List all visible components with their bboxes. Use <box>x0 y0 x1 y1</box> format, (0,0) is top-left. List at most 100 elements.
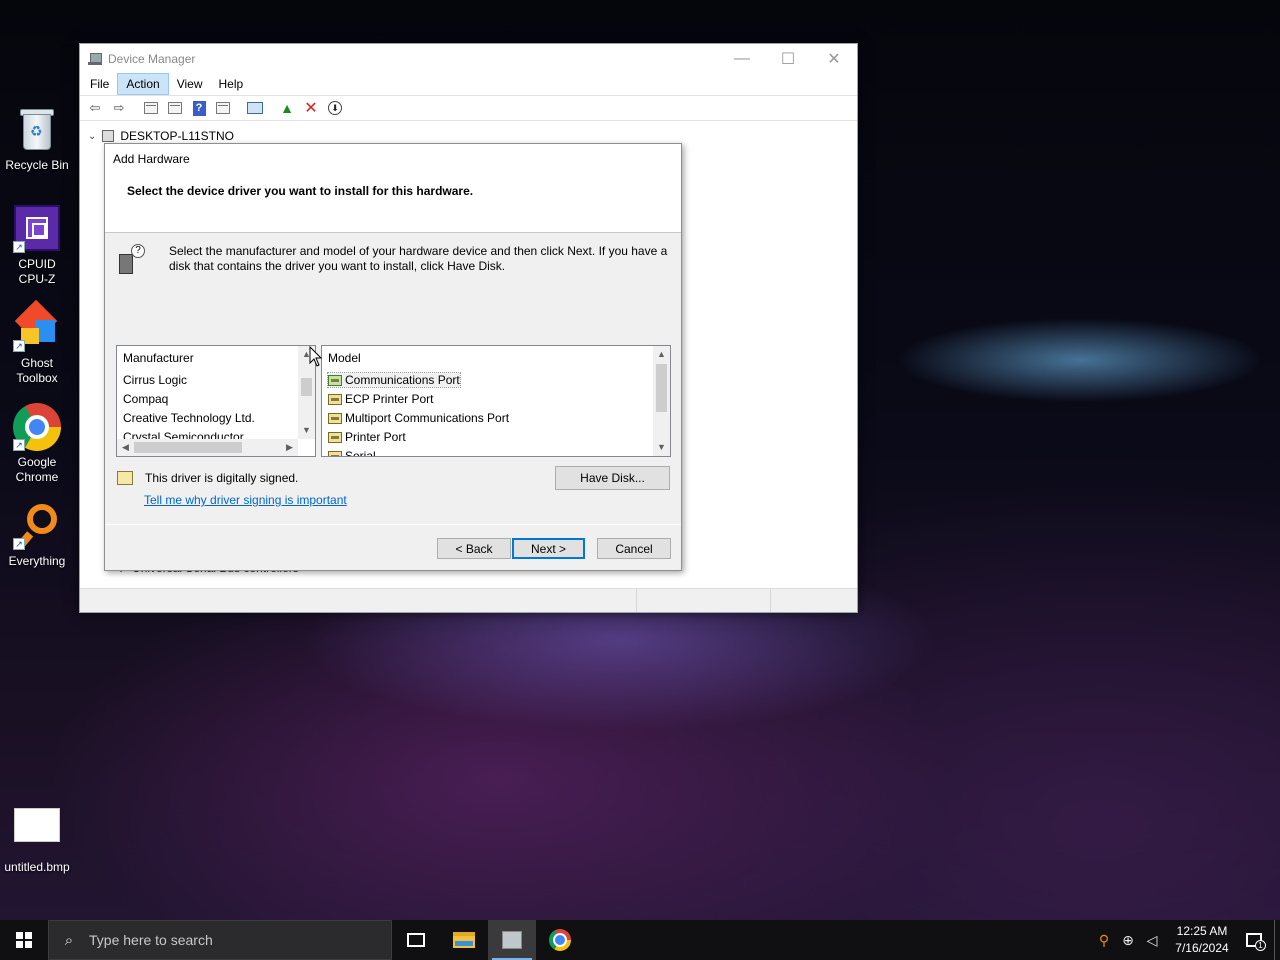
list-item[interactable]: Printer Port <box>328 430 406 444</box>
search-icon: ⌕ <box>64 931 74 949</box>
notification-count: 1 <box>1255 940 1266 951</box>
maximize-button[interactable]: ☐ <box>765 44 811 73</box>
network-icon[interactable]: ⊕ <box>1116 932 1140 949</box>
desktop-icon-ghost-toolbox[interactable]: ↗ Ghost Toolbox <box>1 299 73 386</box>
model-header: Model <box>328 351 361 365</box>
instructions: ? Select the manufacturer and model of y… <box>115 244 671 278</box>
scan-hardware-changes-icon[interactable] <box>244 98 266 118</box>
tree-root-label: DESKTOP-L11STNO <box>120 129 234 143</box>
windows-logo-icon <box>16 932 32 948</box>
close-button[interactable]: ✕ <box>811 44 857 73</box>
status-bar <box>80 588 857 612</box>
scroll-down-icon[interactable]: ▼ <box>298 422 315 439</box>
menu-action[interactable]: Action <box>117 73 169 95</box>
shortcut-arrow-icon: ↗ <box>13 538 25 550</box>
desktop-icon-recycle-bin[interactable]: ♻ Recycle Bin <box>1 106 73 173</box>
properties-icon[interactable] <box>164 98 186 118</box>
device-manager-taskbar-button[interactable] <box>488 920 536 960</box>
search-box[interactable]: ⌕ Type here to search <box>48 920 392 960</box>
list-item-selected[interactable]: Communications Port <box>327 372 461 388</box>
list-item[interactable]: Cirrus Logic <box>123 373 187 387</box>
desktop-icon-label: Recycle Bin <box>5 158 69 172</box>
volume-muted-icon[interactable]: ◁ <box>1140 932 1164 949</box>
list-item[interactable]: Serial <box>328 449 376 456</box>
desktop-icon-everything[interactable]: ↗ Everything <box>1 502 73 569</box>
menu-file[interactable]: File <box>82 74 117 94</box>
notification-icon: 1 <box>1246 933 1266 951</box>
dialog-title: Add Hardware <box>113 152 190 166</box>
port-icon <box>328 450 342 456</box>
list-item[interactable]: Multiport Communications Port <box>328 411 509 425</box>
menu-help[interactable]: Help <box>211 74 252 94</box>
chrome-taskbar-button[interactable] <box>536 920 584 960</box>
help-icon[interactable]: ? <box>188 98 210 118</box>
disable-device-icon[interactable]: ⬇ <box>324 98 346 118</box>
certificate-icon <box>117 471 133 485</box>
window-title: Device Manager <box>108 51 196 66</box>
show-hide-console-tree-icon[interactable] <box>140 98 162 118</box>
scroll-left-icon[interactable]: ◀ <box>117 439 134 456</box>
next-button[interactable]: Next > <box>512 538 585 559</box>
notification-center-button[interactable]: 1 <box>1234 933 1274 951</box>
tree-root-node[interactable]: ⌄ DESKTOP-L11STNO <box>88 129 234 143</box>
desktop-icon-chrome[interactable]: ↗ Google Chrome <box>1 403 73 485</box>
divider <box>105 524 681 525</box>
file-explorer-button[interactable] <box>440 920 488 960</box>
scroll-thumb[interactable] <box>301 378 312 396</box>
list-item[interactable]: ECP Printer Port <box>328 392 433 406</box>
desktop-icon-label: untitled.bmp <box>4 860 70 874</box>
model-label: ECP Printer Port <box>345 392 434 406</box>
manufacturer-header: Manufacturer <box>123 351 194 365</box>
title-bar[interactable]: Device Manager — ☐ ✕ <box>80 44 857 73</box>
model-label: Printer Port <box>345 430 406 444</box>
clock-time: 12:25 AM <box>1176 924 1228 938</box>
model-vertical-scrollbar[interactable]: ▲ ▼ <box>653 346 670 456</box>
clock[interactable]: 12:25 AM 7/16/2024 <box>1170 923 1234 957</box>
scroll-right-icon[interactable]: ▶ <box>281 439 298 456</box>
update-driver-icon[interactable]: ▲ <box>276 98 298 118</box>
uninstall-device-icon[interactable]: ✕ <box>300 98 322 118</box>
manufacturer-list[interactable]: Manufacturer Cirrus Logic Compaq Creativ… <box>116 345 316 457</box>
desktop-icon-label: Everything <box>8 554 66 568</box>
menu-bar: File Action View Help <box>80 73 857 95</box>
driver-signed-notice: This driver is digitally signed. <box>117 471 298 485</box>
desktop-icon-untitled-bmp[interactable]: untitled.bmp <box>1 802 73 875</box>
scroll-down-icon[interactable]: ▼ <box>653 439 670 456</box>
shortcut-arrow-icon: ↗ <box>13 340 25 352</box>
driver-signing-link[interactable]: Tell me why driver signing is important <box>144 493 347 507</box>
minimize-button[interactable]: — <box>719 44 765 73</box>
scroll-up-icon[interactable]: ▲ <box>653 346 670 363</box>
show-hide-action-pane-icon[interactable] <box>212 98 234 118</box>
task-view-button[interactable] <box>392 920 440 960</box>
everything-search-icon[interactable]: ⚲ <box>1092 932 1116 949</box>
back-arrow-icon[interactable]: ⇦ <box>84 98 106 118</box>
computer-icon <box>102 130 115 142</box>
toolbar: ⇦ ⇨ ? ▲ ✕ ⬇ <box>80 95 857 121</box>
instructions-text: Select the manufacturer and model of you… <box>169 244 668 273</box>
menu-view[interactable]: View <box>169 74 211 94</box>
model-list[interactable]: Model Communications Port ECP Printer Po… <box>321 345 671 457</box>
bitmap-file-icon <box>14 808 60 842</box>
list-item[interactable]: Creative Technology Ltd. <box>123 411 255 425</box>
start-button[interactable] <box>0 920 48 960</box>
desktop-icon-cpu-z[interactable]: ↗ CPUID CPU-Z <box>1 205 73 287</box>
scroll-thumb[interactable] <box>656 364 667 412</box>
show-desktop-button[interactable] <box>1274 920 1280 960</box>
desktop-icon-label: CPUID CPU-Z <box>18 257 56 286</box>
chrome-icon <box>549 929 571 951</box>
printer-port-icon <box>328 393 342 405</box>
driver-signed-text: This driver is digitally signed. <box>145 471 299 485</box>
scroll-thumb[interactable] <box>134 442 242 453</box>
manufacturer-horizontal-scrollbar[interactable]: ◀ ▶ <box>117 439 298 456</box>
desktop-icon-label: Ghost Toolbox <box>16 356 58 385</box>
list-item[interactable]: Compaq <box>123 392 168 406</box>
shortcut-arrow-icon: ↗ <box>13 241 25 253</box>
back-button[interactable]: < Back <box>437 538 511 559</box>
port-icon <box>328 374 342 386</box>
cancel-button[interactable]: Cancel <box>597 538 671 559</box>
forward-arrow-icon[interactable]: ⇨ <box>108 98 130 118</box>
chevron-down-icon[interactable]: ⌄ <box>88 131 96 142</box>
model-label: Communications Port <box>345 373 460 387</box>
port-icon <box>328 412 342 424</box>
have-disk-button[interactable]: Have Disk... <box>555 466 670 490</box>
